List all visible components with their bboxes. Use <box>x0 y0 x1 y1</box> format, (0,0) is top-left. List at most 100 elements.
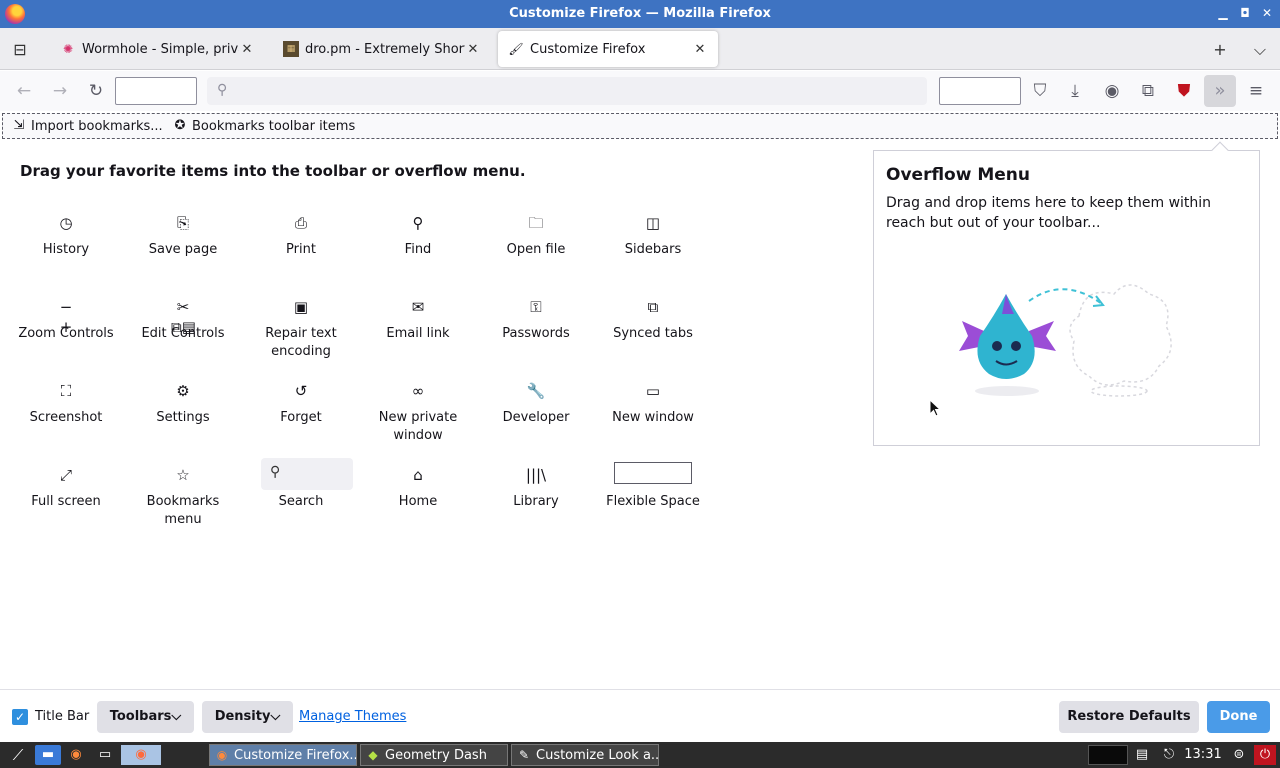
palette-item-label: Library <box>513 494 559 509</box>
tab-customize-firefox[interactable]: 🖌 Customize Firefox ✕ <box>498 31 718 67</box>
window-title: Customize Firefox — Mozilla Firefox <box>509 6 771 21</box>
zoom-icon: − + <box>59 298 73 336</box>
task-geometry-dash[interactable]: ◆ Geometry Dash <box>360 744 508 766</box>
toolbars-button[interactable]: Toolbars⌵ <box>97 701 194 733</box>
synced-tabs-icon: ⧉ <box>647 298 659 316</box>
palette-item-new-private-window[interactable]: ∞ New private window <box>368 381 468 445</box>
account-icon[interactable]: ◉ <box>1101 80 1123 102</box>
firefox-workspace-icon[interactable]: ◉ <box>121 745 161 765</box>
printer-icon: ⎙ <box>294 214 307 232</box>
firefox-launcher-icon[interactable]: ◉ <box>63 745 89 765</box>
palette-item-label: Print <box>286 242 316 257</box>
bookmarks-toolbar: ⇲ Import bookmarks... ✪ Bookmarks toolba… <box>2 113 1278 139</box>
palette-item-save-page[interactable]: ⎘ Save page <box>133 213 233 259</box>
palette-item-label: Repair text encoding <box>265 326 337 359</box>
palette-item-label: Search <box>278 494 324 509</box>
close-tab-icon[interactable]: ✕ <box>465 42 481 57</box>
palette-item-library[interactable]: |||\ Library <box>486 465 586 511</box>
title-bar-checkbox[interactable]: ✓ <box>12 709 28 725</box>
task-customize-firefox[interactable]: ◉ Customize Firefox... <box>209 744 357 766</box>
density-button[interactable]: Density⌵ <box>202 701 293 733</box>
hamburger-menu-icon[interactable]: ≡ <box>1245 80 1267 102</box>
list-all-tabs-button[interactable]: ⌵ <box>1250 40 1270 60</box>
power-icon[interactable]: ⏻ <box>1254 745 1276 765</box>
palette-item-open-file[interactable]: 🗀 Open file <box>486 213 586 259</box>
reload-icon[interactable]: ↻ <box>85 80 107 102</box>
palette-item-sidebars[interactable]: ◫ Sidebars <box>603 213 703 259</box>
chevron-down-icon: ⌵ <box>270 709 281 724</box>
maximize-button[interactable]: ◘ <box>1237 5 1253 21</box>
palette-item-print[interactable]: ⎙ Print <box>251 213 351 259</box>
restore-defaults-button[interactable]: Restore Defaults <box>1059 701 1199 733</box>
close-tab-icon[interactable]: ✕ <box>239 42 255 57</box>
palette-item-label: New window <box>612 410 694 425</box>
palette-item-new-window[interactable]: ▭ New window <box>603 381 703 427</box>
done-button[interactable]: Done <box>1207 701 1270 733</box>
network-monitor-icon[interactable]: ▤ <box>1130 745 1154 765</box>
palette-item-full-screen[interactable]: ⤢ Full screen <box>16 465 116 511</box>
fullscreen-icon: ⤢ <box>59 466 72 484</box>
clock[interactable]: 13:31 <box>1183 745 1223 765</box>
save-page-icon: ⎘ <box>176 214 189 232</box>
tab-wormhole[interactable]: ✺ Wormhole - Simple, privat ✕ <box>50 31 265 67</box>
palette-item-email-link[interactable]: ✉ Email link <box>368 297 468 343</box>
title-bar-label: Title Bar <box>35 709 90 724</box>
task-label: Customize Look a... <box>536 747 659 763</box>
firefox-task-icon: ◉ <box>216 748 228 762</box>
ublock-origin-icon[interactable]: ⛊ <box>1173 80 1195 102</box>
overflow-menu-button[interactable]: » <box>1204 75 1236 107</box>
library-icon: |||\ <box>525 466 547 484</box>
url-bar[interactable]: ⚲ <box>207 77 927 105</box>
customize-favicon-icon: 🖌 <box>508 42 524 56</box>
bookmarks-toolbar-items[interactable]: ✪ Bookmarks toolbar items <box>172 118 356 134</box>
customize-footer: ✓ Title Bar Toolbars⌵ Density⌵ Manage Th… <box>0 689 1280 742</box>
palette-item-zoom-controls[interactable]: − + Zoom Controls <box>16 297 116 343</box>
minimize-button[interactable]: ▁ <box>1215 5 1231 21</box>
palette-item-settings[interactable]: ⚙ Settings <box>133 381 233 427</box>
import-bookmarks-button[interactable]: ⇲ Import bookmarks... <box>11 118 163 134</box>
palette-item-label: Home <box>398 494 438 509</box>
new-tab-button[interactable]: + <box>1210 40 1230 60</box>
wrench-icon: 🔧 <box>526 382 546 400</box>
manage-themes-link[interactable]: Manage Themes <box>299 709 406 724</box>
palette-item-passwords[interactable]: ⚿ Passwords <box>486 297 586 343</box>
density-label: Density <box>214 709 271 724</box>
download-icon[interactable]: ⤓ <box>1064 80 1086 102</box>
back-arrow-icon[interactable]: ← <box>13 80 35 102</box>
window-icon: ▭ <box>645 382 661 400</box>
palette-item-history[interactable]: ◷ History <box>16 213 116 259</box>
lock-screen-icon[interactable]: ⊜ <box>1228 745 1250 765</box>
palette-item-repair-text-encoding[interactable]: ▣ Repair text encoding <box>251 297 351 361</box>
firefox-view-icon[interactable]: ⊟ <box>10 40 30 60</box>
close-tab-icon[interactable]: ✕ <box>692 42 708 57</box>
tab-bar: ⊟ ✺ Wormhole - Simple, privat ✕ ▦ dro.pm… <box>0 28 1280 70</box>
palette-item-forget[interactable]: ↺ Forget <box>251 381 351 427</box>
extensions-puzzle-icon[interactable]: ⧉ <box>1137 80 1159 102</box>
task-customize-look[interactable]: ✎ Customize Look a... <box>511 744 659 766</box>
palette-item-screenshot[interactable]: ⛶ Screenshot <box>16 381 116 427</box>
palette-item-home[interactable]: ⌂ Home <box>368 465 468 511</box>
palette-item-synced-tabs[interactable]: ⧉ Synced tabs <box>603 297 703 343</box>
sidebar-icon: ◫ <box>645 214 661 232</box>
tab-dropm[interactable]: ▦ dro.pm - Extremely Short I ✕ <box>273 31 491 67</box>
palette-item-label: Email link <box>386 326 450 341</box>
import-icon: ⇲ <box>13 118 25 133</box>
palette-item-edit-controls[interactable]: ✂⧉▤ Edit Controls <box>133 297 233 343</box>
home-icon: ⌂ <box>413 466 423 484</box>
palette-heading: Drag your favorite items into the toolba… <box>20 162 526 180</box>
logout-icon[interactable]: ⎋ <box>1157 745 1181 765</box>
pocket-icon[interactable]: ⛉ <box>1029 80 1051 102</box>
search-widget[interactable]: ⚲ <box>261 458 353 490</box>
edit-controls-icon: ✂⧉▤ <box>171 298 196 336</box>
close-window-button[interactable]: ✕ <box>1259 5 1275 21</box>
desktop-icon[interactable]: ▭ <box>92 745 118 765</box>
chevron-down-icon: ⌵ <box>171 709 182 724</box>
palette-item-developer[interactable]: 🔧 Developer <box>486 381 586 427</box>
file-manager-icon[interactable]: ▬ <box>35 745 61 765</box>
palette-item-label: Find <box>404 242 432 257</box>
start-menu-icon[interactable]: ⟋ <box>4 745 32 765</box>
forward-arrow-icon[interactable]: → <box>49 80 71 102</box>
palette-item-find[interactable]: ⚲ Find <box>368 213 468 259</box>
palette-item-bookmarks-menu[interactable]: ☆ Bookmarks menu <box>133 465 233 529</box>
flexible-space-widget[interactable] <box>614 462 692 484</box>
